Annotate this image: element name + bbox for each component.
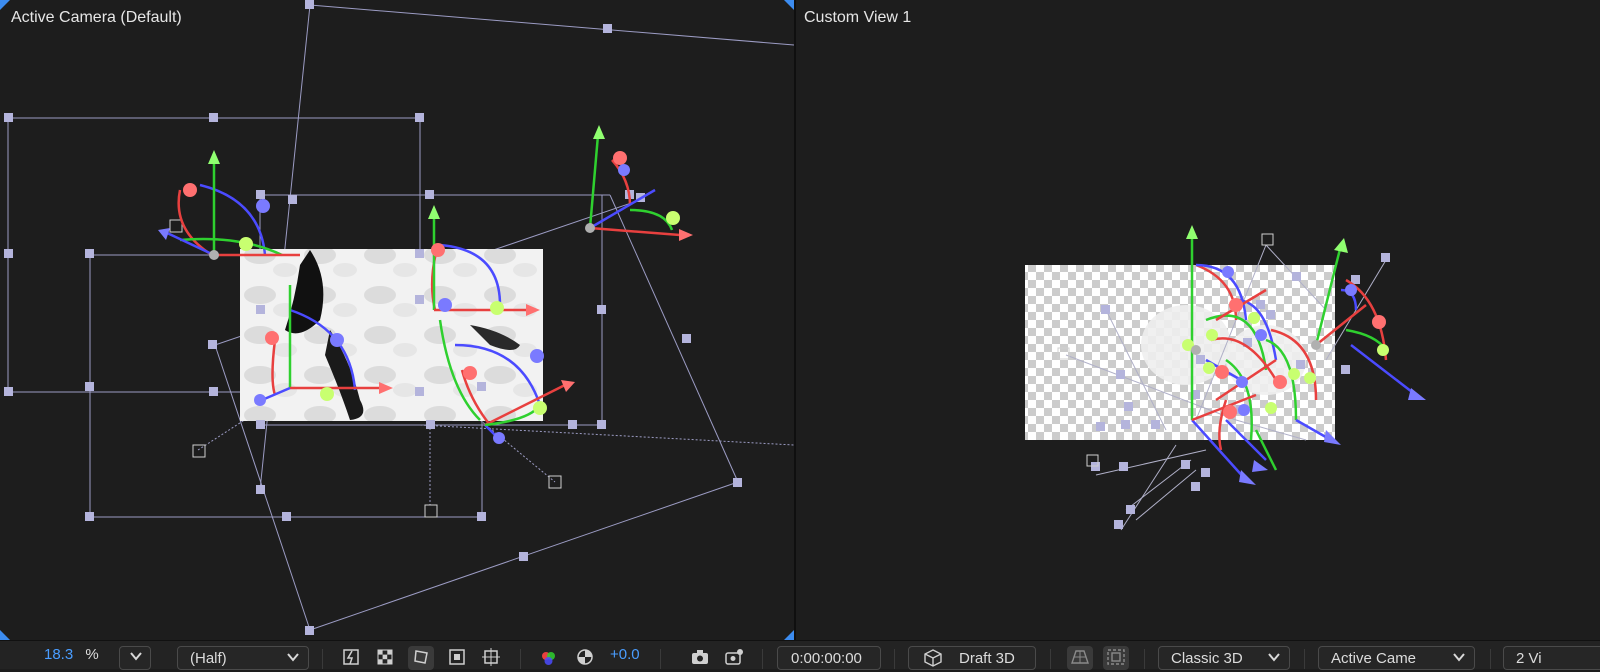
resolution-dropdown[interactable]: (Half): [177, 646, 309, 670]
zoom-dropdown-button[interactable]: [119, 646, 151, 670]
chevron-down-icon: [1268, 653, 1280, 662]
exposure-value[interactable]: +0.0: [610, 646, 640, 670]
view-layout-dropdown[interactable]: 2 Vi: [1503, 646, 1600, 670]
renderer-dropdown[interactable]: Classic 3D: [1158, 646, 1290, 670]
3d-view-dropdown[interactable]: Active Came: [1318, 646, 1475, 670]
exposure-reset-button[interactable]: [572, 646, 598, 670]
draft-3d-button[interactable]: Draft 3D: [908, 646, 1036, 670]
footage-layer[interactable]: [240, 249, 543, 421]
viewer-corner-marker: [784, 0, 794, 10]
zoom-readout[interactable]: 18.3 %: [44, 646, 99, 670]
channels-button[interactable]: [536, 646, 562, 670]
current-time-display[interactable]: 0:00:00:00: [777, 646, 881, 670]
view-layout-value: 2 Vi: [1516, 650, 1542, 667]
transparency-grid-button[interactable]: [372, 646, 398, 670]
active-camera-scene[interactable]: [0, 0, 794, 640]
viewer-corner-marker: [0, 630, 10, 640]
light-gizmo-5[interactable]: [585, 125, 693, 241]
right-viewer-panel[interactable]: Custom View 1: [796, 0, 1600, 640]
lightning-icon: [343, 649, 359, 665]
exposure-reset-icon: [577, 649, 593, 665]
fast-previews-button[interactable]: [338, 646, 364, 670]
viewer-corner-marker: [784, 630, 794, 640]
cube-icon: [924, 649, 942, 667]
camera-icon: [692, 650, 708, 664]
left-view-label: Active Camera (Default): [11, 9, 182, 26]
extended-viewer-toggle[interactable]: [1103, 646, 1129, 670]
region-of-interest-icon: [449, 649, 465, 665]
grid-guides-button[interactable]: [478, 646, 504, 670]
show-snapshot-icon: [725, 649, 743, 665]
viewer-corner-marker: [0, 0, 10, 10]
chevron-down-icon: [130, 652, 142, 661]
ground-plane-icon: [1071, 650, 1089, 664]
camera-view-value: Active Came: [1331, 650, 1417, 667]
ground-plane-toggle[interactable]: [1067, 646, 1093, 670]
grid-guides-icon: [482, 648, 500, 666]
mask-path-icon: [414, 650, 428, 664]
resolution-value: (Half): [190, 650, 227, 667]
zoom-unit: %: [85, 646, 99, 663]
custom-view-scene[interactable]: [796, 0, 1600, 640]
draft-3d-label: Draft 3D: [959, 650, 1015, 667]
zoom-value[interactable]: 18.3: [44, 646, 73, 663]
right-view-label: Custom View 1: [804, 9, 912, 26]
light-gizmo-1[interactable]: [158, 150, 300, 260]
left-viewer-panel[interactable]: Active Camera (Default): [0, 0, 794, 640]
region-of-interest-button[interactable]: [444, 646, 470, 670]
chevron-down-icon: [1453, 653, 1465, 662]
take-snapshot-button[interactable]: [687, 646, 713, 670]
checkerboard-icon: [377, 649, 393, 665]
show-snapshot-button[interactable]: [721, 646, 747, 670]
mask-path-toggle[interactable]: [408, 646, 434, 670]
rgb-channels-icon: [542, 652, 555, 665]
viewer-toolbar: 18.3 % (Half) +0.0 0:00:00:00 Draft 3D C…: [0, 640, 1600, 670]
extended-viewer-icon: [1107, 649, 1125, 665]
renderer-value: Classic 3D: [1171, 650, 1243, 667]
chevron-down-icon: [287, 653, 299, 662]
timecode: 0:00:00:00: [791, 650, 862, 667]
